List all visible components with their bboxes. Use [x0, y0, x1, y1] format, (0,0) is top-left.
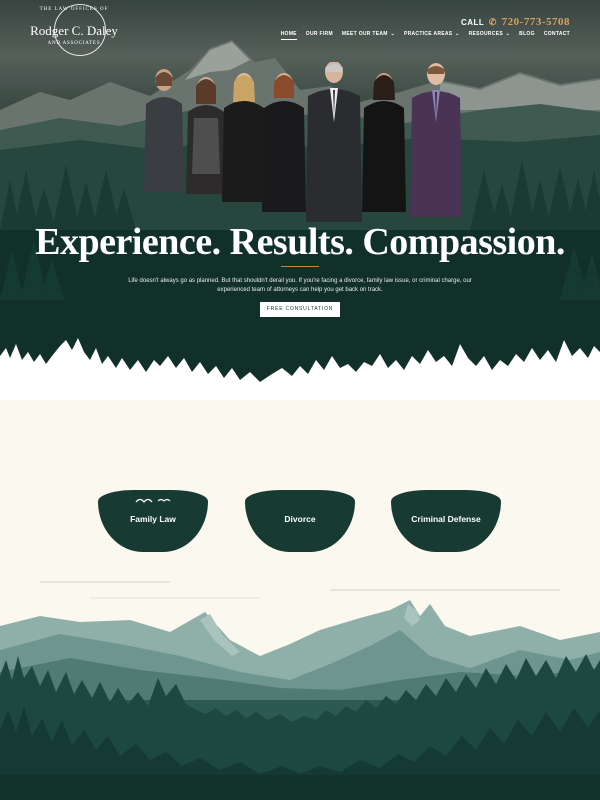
nav-label: PRACTICE AREAS — [403, 31, 453, 37]
nav-item-resources[interactable]: RESOURCES ⌄ — [469, 31, 511, 40]
practice-area-label: Divorce — [284, 514, 316, 524]
chevron-down-icon: ⌄ — [503, 31, 511, 37]
practice-area-criminal-defense[interactable]: Criminal Defense — [391, 490, 501, 552]
call-block[interactable]: CALL ✆ 720-773-5708 — [461, 16, 570, 28]
team-photo — [144, 62, 462, 222]
hero-intro: Life doesn't always go as planned. But t… — [128, 278, 472, 293]
nav-label: OUR FIRM — [305, 31, 333, 37]
chevron-down-icon: ⌄ — [388, 31, 395, 37]
phone-number[interactable]: 720-773-5708 — [502, 16, 570, 28]
nav-item-home[interactable]: HOME — [280, 31, 297, 40]
logo-ring-bottom: AND ASSOCIATES — [47, 41, 101, 46]
practice-area-label: Criminal Defense — [411, 514, 481, 524]
nav-item-contact[interactable]: CONTACT — [544, 31, 570, 40]
hero-section: THE LAW OFFICES OF Rodger C. Daley AND A… — [0, 0, 600, 400]
team-member — [262, 73, 306, 212]
call-label: CALL — [460, 18, 485, 27]
nav-item-blog[interactable]: BLOG — [519, 31, 535, 40]
firm-logo[interactable]: THE LAW OFFICES OF Rodger C. Daley AND A… — [28, 4, 120, 56]
nav-item-meet-our-team[interactable]: MEET OUR TEAM ⌄ — [342, 31, 395, 40]
team-member — [306, 62, 362, 222]
team-member — [186, 77, 226, 194]
nav-label: MEET OUR TEAM — [341, 31, 388, 37]
nav-item-our-firm[interactable]: OUR FIRM — [306, 31, 333, 40]
team-member — [410, 63, 462, 217]
nav-label: HOME — [280, 31, 297, 37]
hero-headline: Experience. Results. Compassion. — [35, 221, 565, 263]
nav-label: RESOURCES — [468, 31, 503, 37]
main-nav: HOME OUR FIRM MEET OUR TEAM ⌄ PRACTICE A… — [280, 31, 570, 40]
free-consultation-button[interactable]: FREE CONSULTATION — [260, 302, 340, 317]
chevron-down-icon: ⌄ — [453, 31, 460, 37]
birds-icon — [135, 498, 171, 504]
team-member — [222, 73, 266, 202]
nav-item-practice-areas[interactable]: PRACTICE AREAS ⌄ — [404, 31, 460, 40]
team-member — [362, 73, 406, 212]
headline-divider — [281, 266, 319, 267]
logo-firm-name: Rodger C. Daley — [30, 23, 118, 38]
practice-area-label: Family Law — [130, 514, 176, 524]
practice-area-divorce[interactable]: Divorce — [245, 490, 355, 552]
mountain-landscape-illustration — [0, 560, 600, 800]
team-member — [144, 69, 184, 192]
nav-label: CONTACT — [543, 31, 570, 37]
nav-label: BLOG — [519, 31, 535, 37]
phone-icon: ✆ — [488, 17, 497, 27]
logo-ring-top: THE LAW OFFICES OF — [39, 7, 109, 12]
practice-area-family-law[interactable]: Family Law — [98, 490, 208, 552]
